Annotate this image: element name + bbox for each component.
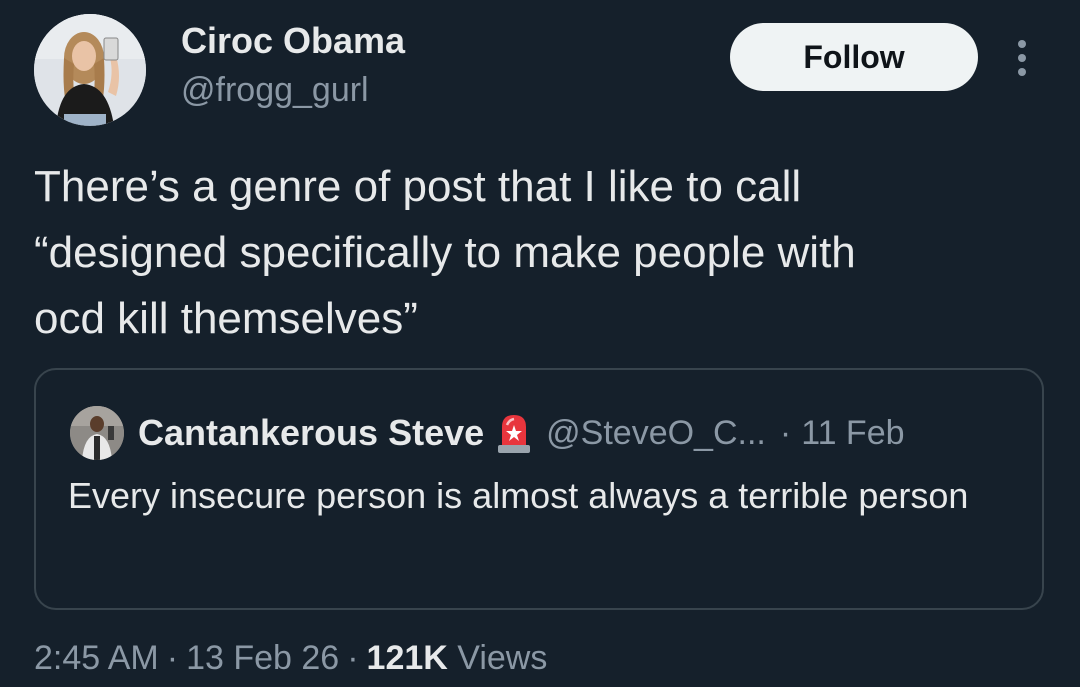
post-meta: 2:45 AM · 13 Feb 26 · 121K Views xyxy=(34,636,547,680)
post-text: There’s a genre of post that I like to c… xyxy=(34,162,856,343)
quoted-post-date[interactable]: 11 Feb xyxy=(801,414,904,453)
quoted-avatar-photo xyxy=(70,406,124,460)
meta-separator: · xyxy=(166,639,179,677)
author-handle[interactable]: @frogg_gurl xyxy=(181,70,369,110)
meta-separator: · xyxy=(347,639,359,677)
views-label[interactable]: Views xyxy=(457,639,547,677)
header-separator: · xyxy=(779,413,792,452)
quoted-post-text: Every insecure person is almost always a… xyxy=(68,475,969,516)
avatar-photo xyxy=(34,14,146,126)
quoted-post-header: Cantankerous Steve @SteveO_C... · 11 Feb xyxy=(138,408,905,458)
quoted-post-card[interactable]: Cantankerous Steve @SteveO_C... · 11 Feb… xyxy=(34,368,1044,610)
quoted-author-handle[interactable]: @SteveO_C... xyxy=(546,414,766,453)
author-avatar[interactable] xyxy=(34,14,146,126)
post-time[interactable]: 2:45 AM xyxy=(34,639,159,677)
follow-button[interactable]: Follow xyxy=(730,23,978,91)
quoted-author-avatar[interactable] xyxy=(70,406,124,460)
more-options-button[interactable] xyxy=(1006,34,1038,82)
quoted-author-display-name[interactable]: Cantankerous Steve xyxy=(138,412,484,454)
post-date[interactable]: 13 Feb 26 xyxy=(186,639,339,677)
more-vertical-icon xyxy=(1018,40,1026,76)
views-count[interactable]: 121K xyxy=(367,639,448,677)
author-display-name[interactable]: Ciroc Obama xyxy=(181,20,405,62)
rotating-light-icon xyxy=(496,411,532,455)
